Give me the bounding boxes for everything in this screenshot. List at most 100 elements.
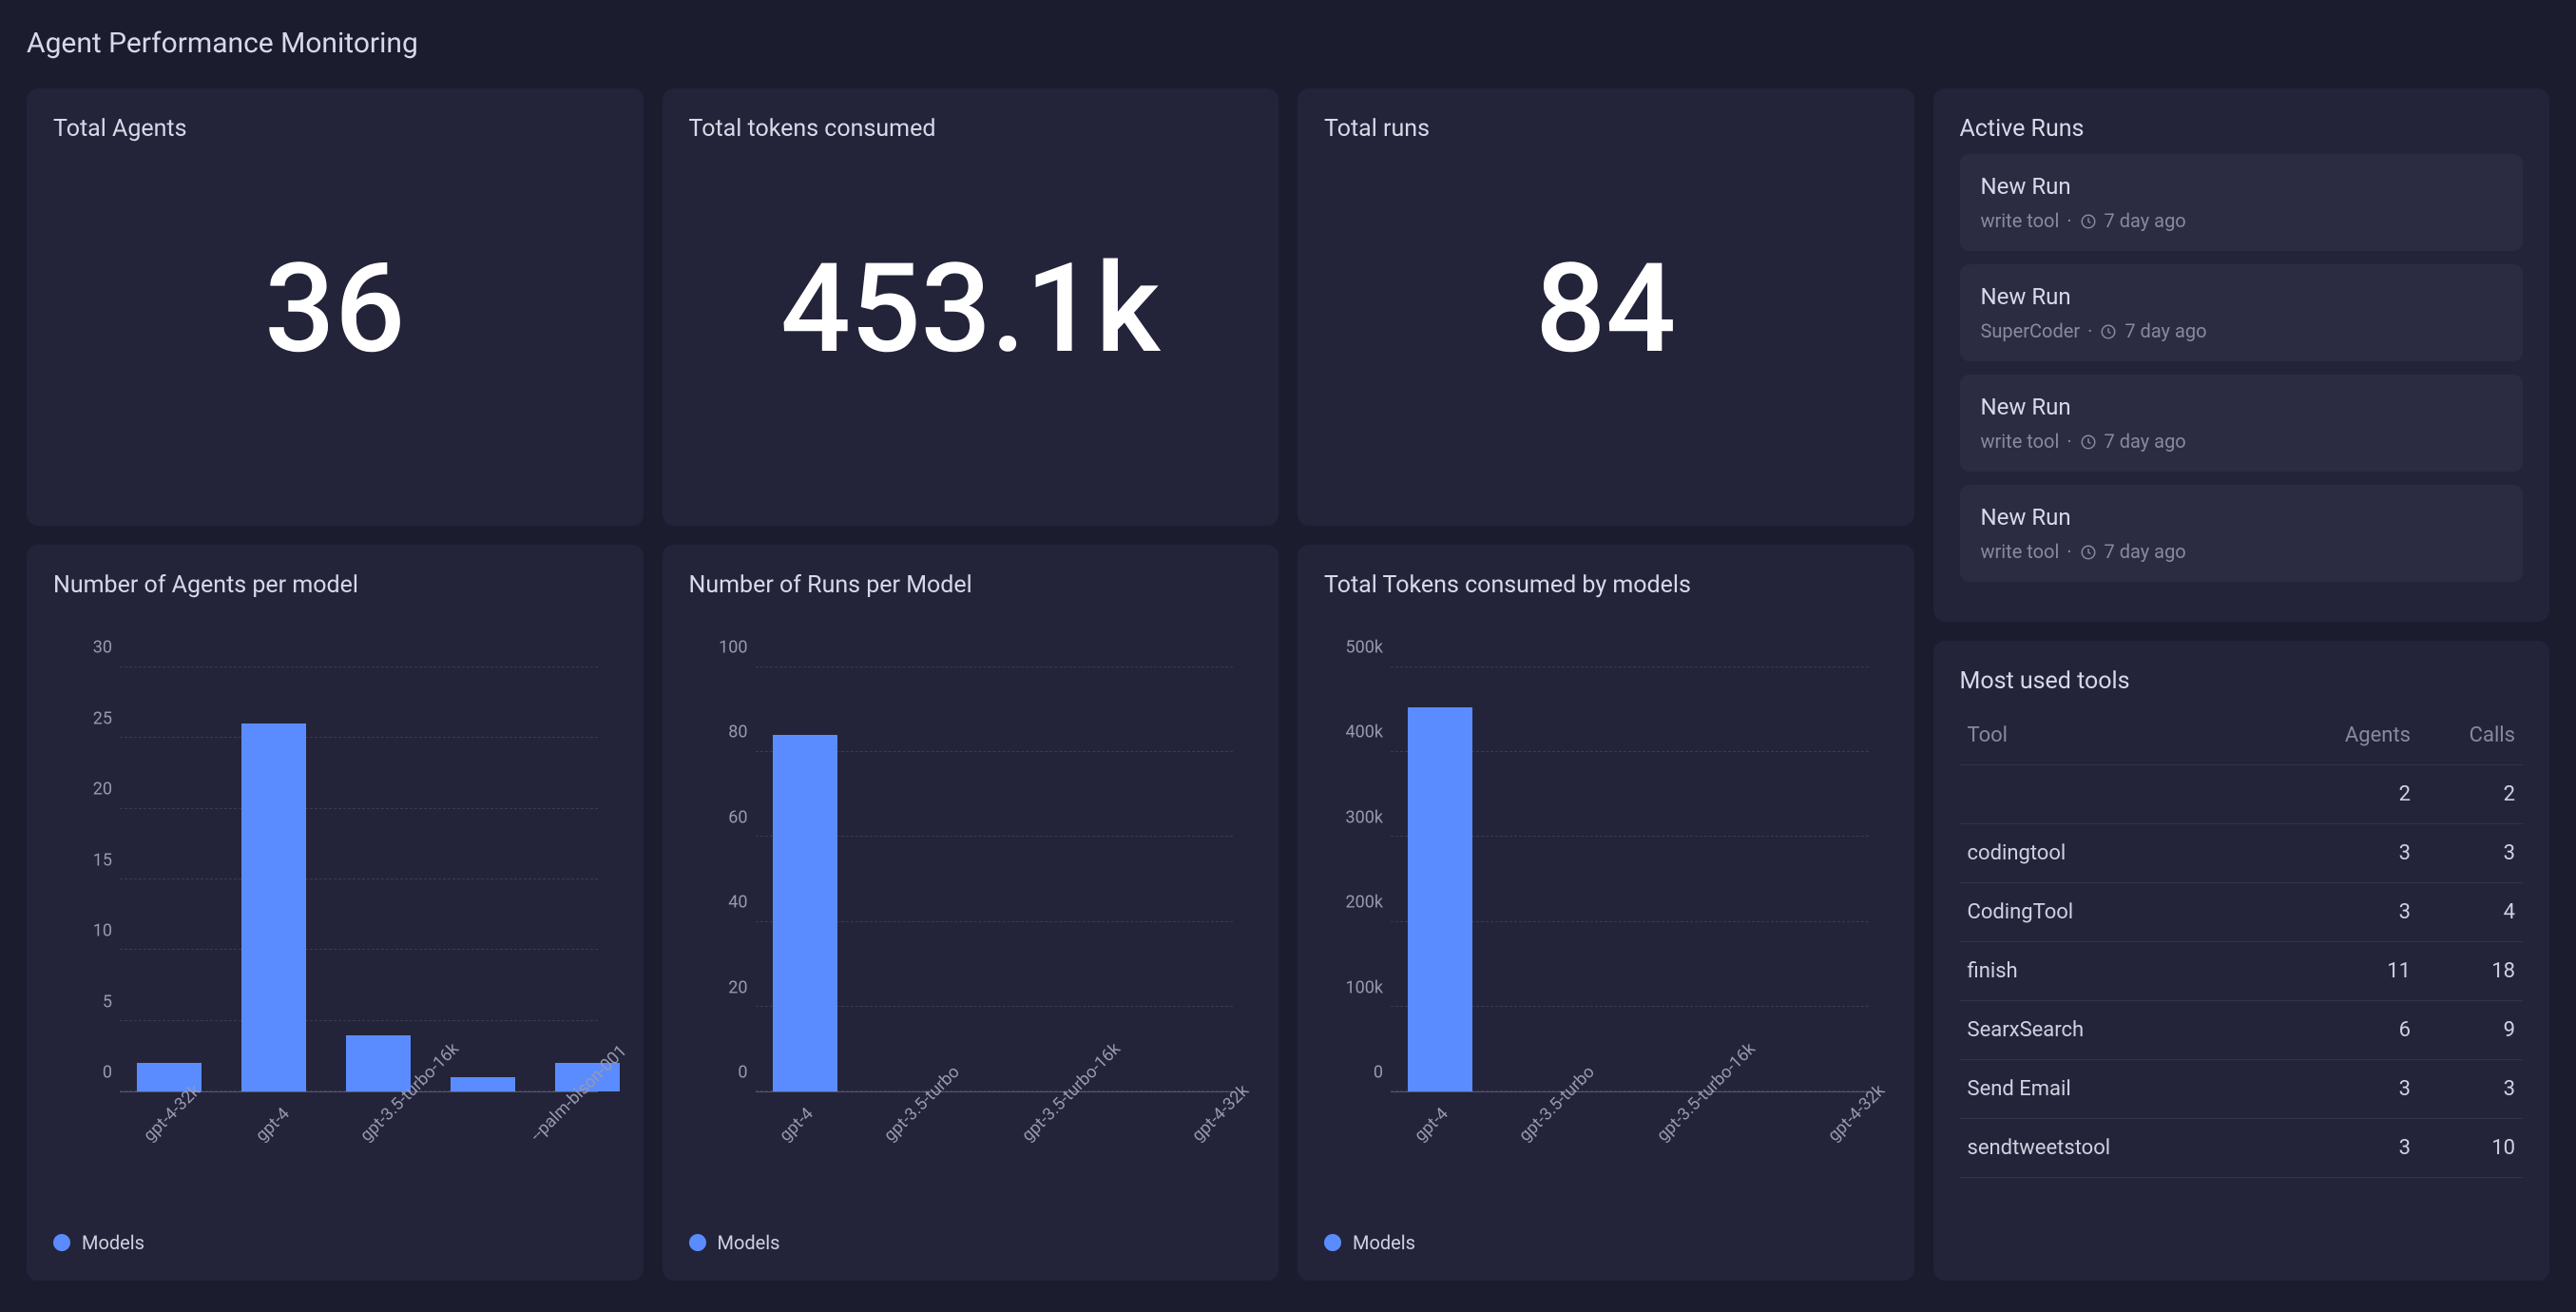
run-meta: write tool · 7 day ago: [1981, 540, 2503, 563]
clock-icon: [2080, 543, 2097, 560]
x-tick-label: gpt-3.5-turbo: [1512, 1102, 1610, 1254]
run-meta: SuperCoder · 7 day ago: [1981, 319, 2503, 342]
run-time: 7 day ago: [2105, 540, 2186, 563]
legend-label: Models: [82, 1231, 144, 1254]
card-total-runs: Total runs 84: [1298, 88, 1914, 526]
active-run-item[interactable]: New Run write tool · 7 day ago: [1960, 375, 2524, 472]
y-tick-label: 60: [689, 807, 748, 827]
chart-runs-per-model: Number of Runs per Model 020406080100gpt…: [663, 545, 1279, 1281]
run-meta: write tool · 7 day ago: [1981, 430, 2503, 453]
chart-bar[interactable]: [773, 735, 837, 1091]
chart-legend: Models: [689, 1231, 780, 1254]
y-tick-label: 40: [689, 893, 748, 913]
run-meta: write tool · 7 day ago: [1981, 209, 2503, 232]
cell-calls: 4: [2411, 900, 2515, 924]
y-tick-label: 0: [1324, 1063, 1383, 1083]
cell-calls: 3: [2411, 841, 2515, 865]
chart-bar[interactable]: [451, 1077, 515, 1091]
col-agents: Agents: [2287, 724, 2411, 747]
cell-calls: 18: [2411, 959, 2515, 983]
table-row[interactable]: 2 2: [1960, 765, 2524, 824]
run-time: 7 day ago: [2105, 209, 2186, 232]
x-tick-label: gpt-4-32k: [1185, 1102, 1258, 1254]
card-total-agents: Total Agents 36: [27, 88, 644, 526]
cell-calls: 10: [2411, 1136, 2515, 1160]
x-tick-label: gpt-3.5-turbo-16k: [1015, 1102, 1146, 1254]
x-tick-label: gpt-4: [773, 1102, 837, 1254]
card-title: Total tokens consumed: [689, 115, 1253, 143]
stat-value: 84: [1324, 247, 1888, 371]
chart-legend: Models: [53, 1231, 144, 1254]
y-tick-label: 15: [53, 850, 112, 870]
y-tick-label: 100k: [1324, 977, 1383, 997]
cell-tool: SearxSearch: [1968, 1018, 2288, 1042]
cell-calls: 2: [2411, 782, 2515, 806]
run-agent: write tool: [1981, 209, 2060, 232]
panel-active-runs: Active Runs New Run write tool · 7 day a…: [1933, 88, 2550, 622]
y-tick-label: 30: [53, 638, 112, 658]
table-row[interactable]: codingtool 3 3: [1960, 824, 2524, 883]
legend-label: Models: [718, 1231, 780, 1254]
clock-icon: [2100, 322, 2117, 339]
card-title: Total runs: [1324, 115, 1888, 143]
run-title: New Run: [1981, 283, 2503, 310]
active-run-item[interactable]: New Run SuperCoder · 7 day ago: [1960, 264, 2524, 361]
x-tick-label: gpt-3.5-turbo-16k: [354, 1102, 485, 1254]
card-title: Most used tools: [1960, 667, 2524, 695]
run-agent: write tool: [1981, 540, 2060, 563]
cell-agents: 6: [2287, 1018, 2411, 1042]
card-title: Number of Runs per Model: [689, 571, 1253, 599]
run-time: 7 day ago: [2105, 430, 2186, 453]
y-tick-label: 200k: [1324, 893, 1383, 913]
table-row[interactable]: sendtweetstool 3 10: [1960, 1119, 2524, 1178]
table-row[interactable]: SearxSearch 6 9: [1960, 1001, 2524, 1060]
run-agent: write tool: [1981, 430, 2060, 453]
card-total-tokens: Total tokens consumed 453.1k: [663, 88, 1279, 526]
card-title: Total Agents: [53, 115, 617, 143]
cell-tool: finish: [1968, 959, 2288, 983]
run-title: New Run: [1981, 504, 2503, 531]
chart-bar[interactable]: [241, 724, 306, 1091]
chart-bar[interactable]: [346, 1035, 411, 1091]
card-title: Total Tokens consumed by models: [1324, 571, 1888, 599]
table-row[interactable]: CodingTool 3 4: [1960, 883, 2524, 942]
y-tick-label: 100: [689, 638, 748, 658]
cell-agents: 11: [2287, 959, 2411, 983]
cell-agents: 3: [2287, 1077, 2411, 1101]
y-tick-label: 20: [53, 780, 112, 800]
x-tick-label: gpt-4-32k: [1821, 1102, 1894, 1254]
y-tick-label: 0: [689, 1063, 748, 1083]
clock-icon: [2080, 212, 2097, 229]
page-title: Agent Performance Monitoring: [27, 27, 2549, 60]
cell-agents: 3: [2287, 841, 2411, 865]
chart-tokens-per-model: Total Tokens consumed by models 0 100k 200…: [1298, 545, 1914, 1281]
col-tool: Tool: [1968, 724, 2288, 747]
active-run-item[interactable]: New Run write tool · 7 day ago: [1960, 485, 2524, 582]
run-agent: SuperCoder: [1981, 319, 2081, 342]
cell-calls: 9: [2411, 1018, 2515, 1042]
y-tick-label: 20: [689, 977, 748, 997]
table-row[interactable]: finish 11 18: [1960, 942, 2524, 1001]
card-title: Number of Agents per model: [53, 571, 617, 599]
cell-agents: 2: [2287, 782, 2411, 806]
chart-bar[interactable]: [1408, 707, 1472, 1091]
cell-tool: codingtool: [1968, 841, 2288, 865]
cell-agents: 3: [2287, 1136, 2411, 1160]
y-tick-label: 25: [53, 708, 112, 728]
legend-marker: [1324, 1234, 1341, 1251]
cell-agents: 3: [2287, 900, 2411, 924]
table-row[interactable]: Send Email 3 3: [1960, 1060, 2524, 1119]
active-run-item[interactable]: New Run write tool · 7 day ago: [1960, 154, 2524, 251]
y-tick-label: 10: [53, 921, 112, 941]
x-tick-label: --palm-bison-001: [524, 1102, 643, 1254]
y-tick-label: 5: [53, 992, 112, 1012]
x-tick-label: gpt-4: [1408, 1102, 1472, 1254]
legend-label: Models: [1353, 1231, 1415, 1254]
legend-marker: [689, 1234, 706, 1251]
run-title: New Run: [1981, 394, 2503, 420]
cell-tool: sendtweetstool: [1968, 1136, 2288, 1160]
legend-marker: [53, 1234, 70, 1251]
table-header: Tool Agents Calls: [1960, 706, 2524, 765]
chart-legend: Models: [1324, 1231, 1415, 1254]
chart-agents-per-model: Number of Agents per model 051015202530g…: [27, 545, 644, 1281]
